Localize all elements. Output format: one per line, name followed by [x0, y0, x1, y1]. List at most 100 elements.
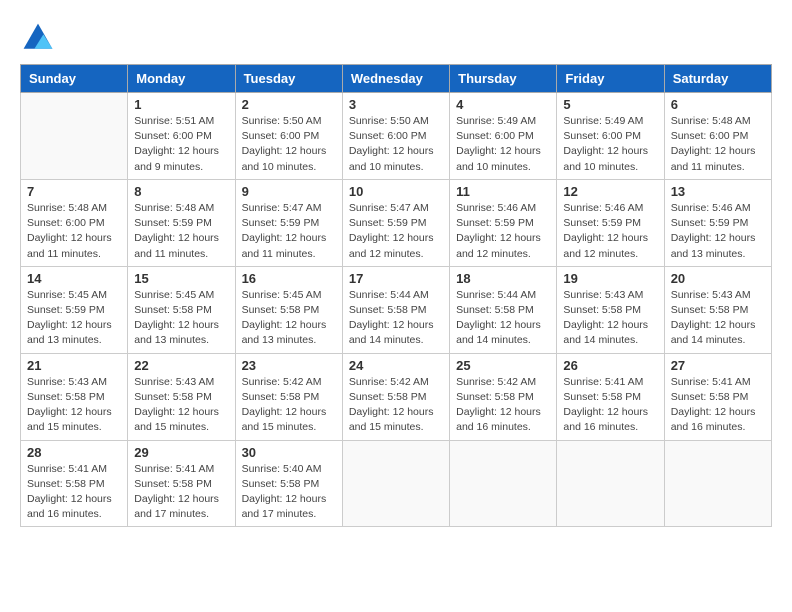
daylight-label: Daylight: 12 hours and 10 minutes. — [349, 145, 434, 172]
sunset-label: Sunset: 5:58 PM — [242, 391, 320, 403]
sunset-label: Sunset: 5:59 PM — [671, 217, 749, 229]
sunset-label: Sunset: 6:00 PM — [242, 130, 320, 142]
sunrise-label: Sunrise: 5:48 AM — [27, 202, 107, 214]
column-header-saturday: Saturday — [664, 65, 771, 93]
daylight-label: Daylight: 12 hours and 14 minutes. — [456, 319, 541, 346]
sunrise-label: Sunrise: 5:48 AM — [134, 202, 214, 214]
day-info: Sunrise: 5:51 AMSunset: 6:00 PMDaylight:… — [134, 114, 228, 175]
day-info: Sunrise: 5:41 AMSunset: 5:58 PMDaylight:… — [671, 375, 765, 436]
sunrise-label: Sunrise: 5:43 AM — [27, 376, 107, 388]
sunrise-label: Sunrise: 5:49 AM — [456, 115, 536, 127]
daylight-label: Daylight: 12 hours and 12 minutes. — [349, 232, 434, 259]
day-info: Sunrise: 5:45 AMSunset: 5:59 PMDaylight:… — [27, 288, 121, 349]
sunset-label: Sunset: 5:59 PM — [134, 217, 212, 229]
day-info: Sunrise: 5:46 AMSunset: 5:59 PMDaylight:… — [456, 201, 550, 262]
sunset-label: Sunset: 5:58 PM — [349, 391, 427, 403]
daylight-label: Daylight: 12 hours and 12 minutes. — [456, 232, 541, 259]
day-number: 1 — [134, 97, 228, 112]
calendar-day-cell: 4Sunrise: 5:49 AMSunset: 6:00 PMDaylight… — [450, 93, 557, 180]
day-info: Sunrise: 5:48 AMSunset: 6:00 PMDaylight:… — [27, 201, 121, 262]
calendar-day-cell: 22 Sunrise: 5:43 AMSunset: 5:58 PMDayligh… — [128, 353, 235, 440]
day-number: 20 — [671, 271, 765, 286]
daylight-label: Daylight: 12 hours and 16 minutes. — [27, 493, 112, 520]
day-info: Sunrise: 5:48 AMSunset: 6:00 PMDaylight:… — [671, 114, 765, 175]
sunrise-label: Sunrise: 5:46 AM — [671, 202, 751, 214]
daylight-label: Daylight: 12 hours and 11 minutes. — [671, 145, 756, 172]
calendar-week-row: 7Sunrise: 5:48 AMSunset: 6:00 PMDaylight… — [21, 179, 772, 266]
day-info: Sunrise: 5:42 AMSunset: 5:58 PMDaylight:… — [242, 375, 336, 436]
day-info: Sunrise: 5:49 AMSunset: 6:00 PMDaylight:… — [456, 114, 550, 175]
sunrise-label: Sunrise: 5:42 AM — [242, 376, 322, 388]
calendar-day-cell: 21 Sunrise: 5:43 AM Sunset: 5:58 PM Dayligh… — [21, 353, 128, 440]
calendar-day-cell: 29Sunrise: 5:41 AMSunset: 5:58 PMDayligh… — [128, 440, 235, 527]
day-info: Sunrise: 5:42 AMSunset: 5:58 PMDaylight:… — [456, 375, 550, 436]
day-info: Sunrise: 5:47 AMSunset: 5:59 PMDaylight:… — [242, 201, 336, 262]
day-info: Sunrise: 5:44 AMSunset: 5:58 PMDaylight:… — [349, 288, 443, 349]
calendar-day-cell: 17Sunrise: 5:44 AMSunset: 5:58 PMDayligh… — [342, 266, 449, 353]
daylight-label: Daylight: 12 hours and 13 minutes. — [27, 319, 112, 346]
column-header-monday: Monday — [128, 65, 235, 93]
calendar-day-cell: 26Sunrise: 5:41 AMSunset: 5:58 PMDayligh… — [557, 353, 664, 440]
day-number: 12 — [563, 184, 657, 199]
day-info: Sunrise: 5:43 AM Sunset: 5:58 PM Daylight:… — [27, 375, 121, 436]
calendar-day-cell: 2Sunrise: 5:50 AMSunset: 6:00 PMDaylight… — [235, 93, 342, 180]
day-info: Sunrise: 5:43 AMSunset: 5:58 PMDaylight:… — [134, 375, 228, 436]
calendar-day-cell: 16Sunrise: 5:45 AMSunset: 5:58 PMDayligh… — [235, 266, 342, 353]
sunset-label: Sunset: 5:58 PM — [671, 304, 749, 316]
daylight-label: Daylight: 12 hours and 16 minutes. — [456, 406, 541, 433]
day-number: 15 — [134, 271, 228, 286]
column-header-friday: Friday — [557, 65, 664, 93]
day-info: Sunrise: 5:42 AMSunset: 5:58 PMDaylight:… — [349, 375, 443, 436]
sunrise-label: Sunrise: 5:40 AM — [242, 463, 322, 475]
day-number: 24 — [349, 358, 443, 373]
day-number: 21 — [27, 358, 121, 373]
calendar-day-cell: 14 Sunrise: 5:45 AMSunset: 5:59 PMDayligh… — [21, 266, 128, 353]
daylight-label: Daylight: 12 hours and 17 minutes. — [134, 493, 219, 520]
day-info: Sunrise: 5:43 AMSunset: 5:58 PMDaylight:… — [671, 288, 765, 349]
day-number: 30 — [242, 445, 336, 460]
daylight-label: Daylight: 12 hours and 10 minutes. — [563, 145, 648, 172]
sunrise-label: Sunrise: 5:41 AM — [563, 376, 643, 388]
sunrise-label: Sunrise: 5:45 AM — [242, 289, 322, 301]
sunrise-label: Sunrise: 5:46 AM — [563, 202, 643, 214]
calendar-header-row: SundayMondayTuesdayWednesdayThursdayFrid… — [21, 65, 772, 93]
sunrise-label: Sunrise: 5:44 AM — [456, 289, 536, 301]
calendar-day-cell: 11Sunrise: 5:46 AMSunset: 5:59 PMDayligh… — [450, 179, 557, 266]
calendar-week-row: 21 Sunrise: 5:43 AM Sunset: 5:58 PM Dayligh… — [21, 353, 772, 440]
day-info: Sunrise: 5:43 AMSunset: 5:58 PMDaylight:… — [563, 288, 657, 349]
sunset-label: Sunset: 5:58 PM — [563, 391, 641, 403]
day-number: 14 — [27, 271, 121, 286]
day-number: 16 — [242, 271, 336, 286]
calendar-day-cell: 27Sunrise: 5:41 AMSunset: 5:58 PMDayligh… — [664, 353, 771, 440]
day-info: Sunrise: 5:46 AMSunset: 5:59 PMDaylight:… — [671, 201, 765, 262]
calendar-day-cell: 7Sunrise: 5:48 AMSunset: 6:00 PMDaylight… — [21, 179, 128, 266]
daylight-label: Daylight: 12 hours and 15 minutes. — [349, 406, 434, 433]
day-number: 28 — [27, 445, 121, 460]
sunset-label: Sunset: 5:59 PM — [242, 217, 320, 229]
sunrise-label: Sunrise: 5:50 AM — [242, 115, 322, 127]
day-number: 22 — [134, 358, 228, 373]
daylight-label: Daylight: 12 hours and 14 minutes. — [563, 319, 648, 346]
sunset-label: Sunset: 5:58 PM — [27, 478, 105, 490]
daylight-label: Daylight: 12 hours and 15 minutes. — [27, 406, 112, 433]
sunset-label: Sunset: 5:59 PM — [563, 217, 641, 229]
day-info: Sunrise: 5:46 AMSunset: 5:59 PMDaylight:… — [563, 201, 657, 262]
column-header-wednesday: Wednesday — [342, 65, 449, 93]
sunrise-label: Sunrise: 5:41 AM — [671, 376, 751, 388]
column-header-sunday: Sunday — [21, 65, 128, 93]
day-info: Sunrise: 5:41 AMSunset: 5:58 PMDaylight:… — [134, 462, 228, 523]
sunset-label: Sunset: 5:58 PM — [134, 304, 212, 316]
sunset-label: Sunset: 5:58 PM — [242, 478, 320, 490]
calendar-day-cell: 13Sunrise: 5:46 AMSunset: 5:59 PMDayligh… — [664, 179, 771, 266]
daylight-label: Daylight: 12 hours and 15 minutes. — [134, 406, 219, 433]
daylight-label: Daylight: 12 hours and 13 minutes. — [134, 319, 219, 346]
calendar-week-row: 14 Sunrise: 5:45 AMSunset: 5:59 PMDayligh… — [21, 266, 772, 353]
daylight-label: Daylight: 12 hours and 10 minutes. — [456, 145, 541, 172]
day-number: 13 — [671, 184, 765, 199]
day-number: 26 — [563, 358, 657, 373]
day-info: Sunrise: 5:44 AM Sunset: 5:58 PM Daylight:… — [456, 288, 550, 349]
sunset-label: Sunset: 5:58 PM — [456, 304, 534, 316]
daylight-label: Daylight: 12 hours and 10 minutes. — [242, 145, 327, 172]
sunset-label: Sunset: 5:58 PM — [27, 391, 105, 403]
sunrise-label: Sunrise: 5:46 AM — [456, 202, 536, 214]
